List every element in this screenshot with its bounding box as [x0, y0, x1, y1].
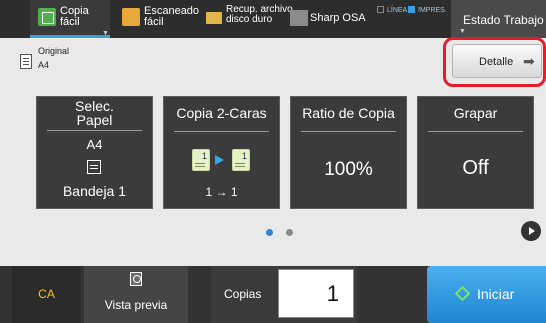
folder-icon — [206, 12, 222, 24]
line-status-icon — [377, 6, 384, 13]
divider — [428, 131, 523, 132]
print-status-label: IMPRES. — [418, 7, 447, 14]
copies-input[interactable]: 1 — [278, 269, 354, 318]
duplex-icon: 1 1 — [192, 149, 256, 175]
staple-value: Off — [462, 157, 489, 179]
paper-select-title: Selec. Papel — [75, 98, 114, 128]
duplex-value: 1 → 1 — [205, 185, 238, 199]
duplex-copy-tile[interactable]: Copia 2-Caras 1 1 1 → 1 — [163, 96, 280, 209]
paper-select-tile[interactable]: Selec. Papel A4 Bandeja 1 — [36, 96, 153, 209]
detail-button-label: Detalle — [479, 56, 514, 68]
divider — [174, 131, 269, 132]
preview-button[interactable]: Vista previa — [84, 266, 188, 323]
page-icon: 1 — [232, 149, 250, 171]
document-icon — [20, 54, 32, 69]
status-print-indicator: IMPRES. — [408, 6, 447, 14]
arrow-icon — [215, 155, 224, 165]
clear-all-button[interactable]: CA — [12, 266, 81, 323]
next-page-button[interactable] — [521, 221, 541, 241]
staple-title: Grapar — [453, 105, 498, 121]
chevron-down-icon: ▼ — [102, 30, 109, 37]
preview-icon — [130, 272, 142, 286]
divider — [301, 131, 396, 132]
scan-icon — [122, 8, 140, 26]
tab-easy-copy[interactable]: Copia fácil ▼ — [30, 0, 110, 38]
copy-ratio-value: 100% — [324, 159, 373, 180]
print-status-icon — [408, 6, 415, 13]
copies-label: Copias — [224, 287, 262, 301]
status-line-indicator: LÍNEA — [377, 6, 407, 14]
tab-easy-scan-label: Escaneado fácil — [144, 5, 200, 28]
staple-tile[interactable]: Grapar Off — [417, 96, 534, 209]
tab-sharp-osa-label: Sharp OSA — [310, 12, 366, 24]
divider — [47, 130, 142, 131]
tab-easy-scan[interactable]: Escaneado fácil — [118, 0, 202, 38]
page-indicator-active[interactable] — [266, 229, 273, 236]
original-size: A4 — [38, 60, 50, 70]
job-status-label: Estado Trabajo — [463, 13, 544, 27]
copy-ratio-tile[interactable]: Ratio de Copia 100% — [290, 96, 407, 209]
copy-ratio-title: Ratio de Copia — [302, 105, 395, 121]
paper-tray-value: Bandeja 1 — [62, 183, 127, 199]
preview-button-label: Vista previa — [104, 298, 168, 312]
start-icon — [454, 285, 471, 302]
chevron-down-icon: ▼ — [459, 28, 466, 35]
tab-sharp-osa[interactable]: Sharp OSA — [288, 0, 372, 38]
arrow-right-icon: ➡ — [523, 53, 535, 69]
duplex-copy-title: Copia 2-Caras — [176, 105, 267, 121]
start-button[interactable]: Iniciar — [427, 266, 546, 323]
detail-button[interactable]: Detalle ➡ — [452, 44, 542, 78]
original-label: Original — [38, 46, 70, 56]
tray-icon — [87, 160, 101, 174]
page-indicator[interactable] — [286, 229, 293, 236]
line-status-label: LÍNEA — [387, 7, 408, 14]
paper-size-value: A4 — [86, 137, 103, 152]
osa-icon — [290, 10, 308, 26]
copy-icon — [38, 8, 56, 26]
page-icon: 1 — [192, 149, 210, 171]
job-status-button[interactable]: Estado Trabajo ▼ — [451, 0, 546, 38]
tab-easy-copy-label: Copia fácil — [60, 5, 89, 28]
start-button-label: Iniciar — [477, 286, 515, 302]
